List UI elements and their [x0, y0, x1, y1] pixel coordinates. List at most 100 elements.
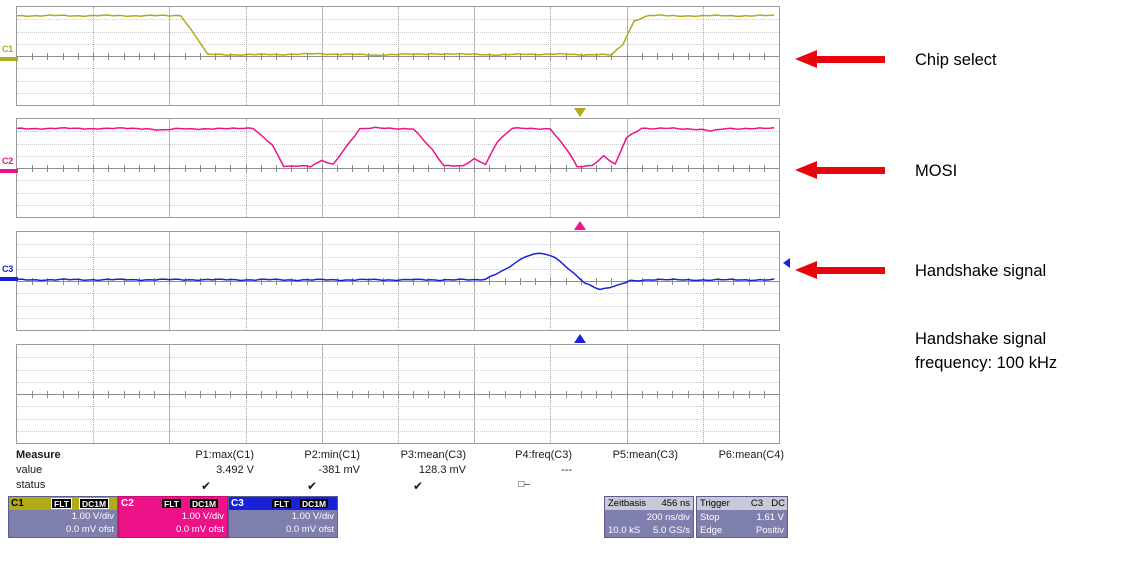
- trigger-source-badge[interactable]: C3: [751, 498, 763, 509]
- oscilloscope-display: C1 C2 C3 Measure P1:max(C1) P2:min(C1) P…: [0, 0, 800, 567]
- grid-tick: [687, 390, 689, 398]
- grid-tick: [382, 390, 384, 398]
- annotation-handshake-frequency-line2: frequency: 100 kHz: [915, 354, 1058, 372]
- grid-tick: [230, 390, 232, 398]
- grid-tick: [398, 390, 399, 398]
- grid-tick: [169, 390, 171, 398]
- grid-tick: [62, 390, 64, 398]
- grid-tick: [443, 390, 445, 398]
- coupling-badge-c2[interactable]: DC1M: [189, 498, 220, 509]
- grid-tick: [93, 390, 95, 398]
- grid-tick: [702, 390, 704, 398]
- grid-tick: [458, 390, 460, 398]
- trigger-position-marker-c3[interactable]: [574, 334, 586, 343]
- arrow-head-icon: [795, 50, 817, 68]
- measure-value-row: value 3.492 V -381 mV 128.3 mV ---: [16, 464, 800, 479]
- descriptor-scale-c2: 1.00 V/div: [181, 511, 224, 522]
- annotation-mosi: MOSI: [915, 162, 958, 180]
- arrow-head-icon: [795, 261, 817, 279]
- trace-c3: [16, 252, 775, 291]
- trigger-coupling-badge[interactable]: DC: [771, 498, 785, 509]
- trigger-level-marker-c3[interactable]: [783, 258, 790, 268]
- waveform-grid-c1[interactable]: [16, 6, 780, 106]
- descriptor-name-c3: C3: [231, 498, 244, 509]
- grid-tick: [108, 390, 110, 398]
- timebase-delay: 456 ns: [661, 498, 690, 509]
- measure-header-p1[interactable]: P1:max(C1): [158, 449, 254, 461]
- grid-tick: [550, 390, 552, 398]
- grid-tick: [504, 390, 506, 398]
- grid-tick: [413, 390, 415, 398]
- measure-header-p5[interactable]: P5:mean(C3): [582, 449, 678, 461]
- trace-path: [16, 14, 775, 57]
- grid-tick: [763, 390, 765, 398]
- grid-tick: [138, 390, 140, 398]
- waveform-grid-c4[interactable]: [16, 344, 780, 444]
- trigger-marker-c2[interactable]: [574, 221, 586, 230]
- measure-header-p3[interactable]: P3:mean(C3): [370, 449, 466, 461]
- timebase-memory: 10.0 kS: [608, 525, 641, 536]
- trigger-panel[interactable]: Trigger C3 DC Stop 1.61 V Edge Positiv: [696, 496, 788, 538]
- grid-tick: [535, 390, 537, 398]
- grid-tick: [672, 390, 674, 398]
- grid-tick: [260, 390, 262, 398]
- status-row-label: status: [16, 479, 46, 491]
- descriptor-scale-c3: 1.00 V/div: [291, 511, 334, 522]
- trigger-marker-c1[interactable]: [574, 108, 586, 117]
- descriptor-offset-c1: 0.0 mV ofst: [65, 524, 114, 535]
- trace-c2: [16, 126, 775, 168]
- status-pulse-icon-p4: □–: [518, 479, 530, 490]
- ground-marker-c1[interactable]: [0, 57, 18, 61]
- status-check-p2: ✔: [306, 479, 318, 493]
- trace-path: [16, 126, 775, 168]
- grid-tick: [154, 390, 156, 398]
- grid-tick: [245, 390, 247, 398]
- trigger-level: 1.61 V: [756, 512, 784, 523]
- ground-marker-c2[interactable]: [0, 169, 18, 173]
- grid-tick: [428, 390, 430, 398]
- measure-header-p4[interactable]: P4:freq(C3): [476, 449, 572, 461]
- grid-tick: [641, 390, 643, 398]
- waveform-grid-c2[interactable]: [16, 118, 780, 218]
- grid-tick: [565, 390, 567, 398]
- descriptor-name-c2: C2: [121, 498, 134, 509]
- channel-tag-c1[interactable]: C1: [2, 44, 13, 54]
- waveform-grid-c3[interactable]: [16, 231, 780, 331]
- channel-descriptor-c3[interactable]: C3 FLT DC1M 1.00 V/div 0.0 mV ofst: [228, 496, 338, 538]
- coupling-badge-c3[interactable]: DC1M: [299, 498, 330, 509]
- coupling-badge-c1[interactable]: DC1M: [79, 498, 110, 509]
- measure-status-row: status ✔ ✔ ✔ □–: [16, 479, 800, 494]
- grid-tick: [718, 390, 720, 398]
- trigger-type: Edge: [700, 525, 723, 536]
- grid-tick: [352, 390, 354, 398]
- descriptor-name-c1: C1: [11, 498, 24, 509]
- grid-tick: [184, 390, 186, 398]
- ground-marker-c3[interactable]: [0, 277, 18, 281]
- channel-tag-c2[interactable]: C2: [2, 156, 13, 166]
- descriptor-header-c3: C3 FLT DC1M: [229, 497, 337, 510]
- measure-header-p6[interactable]: P6:mean(C4): [688, 449, 784, 461]
- trigger-slope: Positiv: [756, 525, 784, 536]
- trigger-title: Trigger: [700, 498, 730, 509]
- annotation-handshake: Handshake signal: [915, 262, 1047, 280]
- timebase-panel[interactable]: Zeitbasis 456 ns 200 ns/div 10.0 kS 5.0 …: [604, 496, 694, 538]
- channel-tag-c3[interactable]: C3: [2, 264, 13, 274]
- channel-descriptor-c2[interactable]: C2 FLT DC1M 1.00 V/div 0.0 mV ofst: [118, 496, 228, 538]
- measure-header-row: Measure P1:max(C1) P2:min(C1) P3:mean(C3…: [16, 449, 800, 464]
- trace-path: [16, 252, 775, 291]
- channel-descriptor-c1[interactable]: C1 FLT DC1M 1.00 V/div 0.0 mV ofst: [8, 496, 118, 538]
- timebase-header: Zeitbasis 456 ns: [605, 497, 693, 510]
- filter-badge-c2[interactable]: FLT: [161, 498, 182, 509]
- grid-tick: [123, 390, 125, 398]
- grid-tick: [748, 390, 750, 398]
- descriptor-scale-c1: 1.00 V/div: [71, 511, 114, 522]
- filter-badge-c3[interactable]: FLT: [271, 498, 292, 509]
- measure-value-p1: 3.492 V: [216, 464, 254, 476]
- grid-tick: [291, 390, 293, 398]
- arrow-shaft: [815, 167, 885, 174]
- measure-header-p2[interactable]: P2:min(C1): [264, 449, 360, 461]
- grid-tick: [199, 390, 201, 398]
- grid-tick: [657, 390, 659, 398]
- filter-badge-c1[interactable]: FLT: [51, 498, 72, 509]
- trace-c1: [16, 14, 775, 57]
